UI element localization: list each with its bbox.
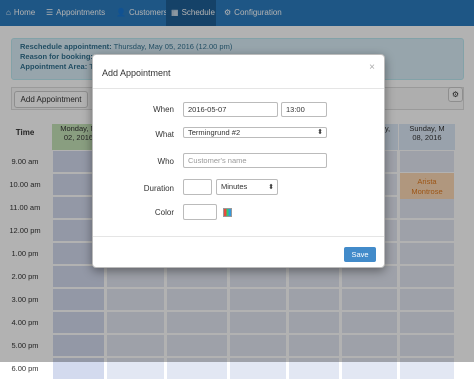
who-label: Who <box>157 157 174 166</box>
time-input[interactable]: 13:00 <box>281 102 327 117</box>
modal-footer-divider <box>93 236 384 237</box>
color-label: Color <box>154 208 174 217</box>
what-select-value: Termingrund #2 <box>188 128 241 137</box>
duration-unit-select[interactable]: Minutes ⬍ <box>216 179 278 195</box>
save-button[interactable]: Save <box>344 247 376 262</box>
when-label: When <box>153 105 174 114</box>
what-select[interactable]: Termingrund #2 ⬍ <box>183 127 327 138</box>
close-icon[interactable]: × <box>369 62 375 73</box>
add-appointment-modal: Add Appointment × When 2016-05-07 13:00 … <box>92 54 385 268</box>
modal-header-divider <box>93 88 384 89</box>
duration-input[interactable] <box>183 179 212 195</box>
color-input[interactable] <box>183 204 217 220</box>
what-label: What <box>155 130 174 139</box>
time-label: 6.00 pm <box>11 364 39 373</box>
duration-label: Duration <box>143 184 174 193</box>
duration-unit-value: Minutes <box>221 182 248 191</box>
color-picker-icon[interactable] <box>223 208 232 217</box>
date-input[interactable]: 2016-05-07 <box>183 102 278 117</box>
modal-title: Add Appointment <box>102 68 171 78</box>
select-arrow-icon: ⬍ <box>317 129 323 136</box>
select-arrow-icon: ⬍ <box>268 184 274 191</box>
customer-name-input[interactable]: Customer's name <box>183 153 327 168</box>
